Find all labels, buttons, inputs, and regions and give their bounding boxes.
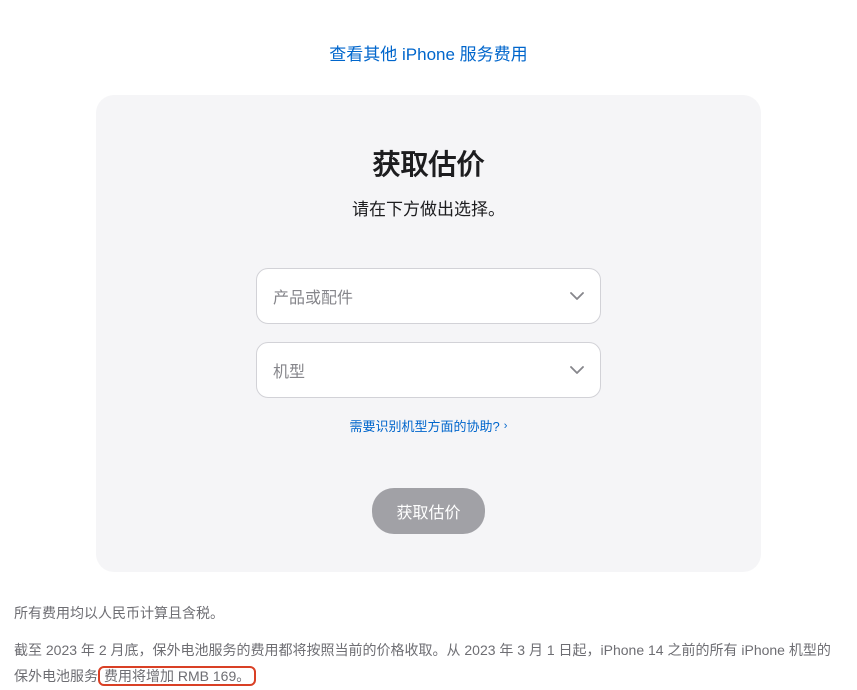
card-subtitle: 请在下方做出选择。 <box>136 195 721 220</box>
top-link-container: 查看其他 iPhone 服务费用 <box>10 0 847 95</box>
model-select[interactable]: 机型 <box>256 342 601 398</box>
footer-line-1: 所有费用均以人民币计算且含税。 <box>14 600 843 627</box>
product-select-wrapper: 产品或配件 <box>256 268 601 324</box>
get-estimate-button[interactable]: 获取估价 <box>372 488 484 534</box>
footer-text: 所有费用均以人民币计算且含税。 截至 2023 年 2 月底，保外电池服务的费用… <box>10 600 847 690</box>
help-link-text: 需要识别机型方面的协助? <box>350 416 500 435</box>
help-link-row: 需要识别机型方面的协助? › <box>136 416 721 436</box>
footer-line-2: 截至 2023 年 2 月底，保外电池服务的费用都将按照当前的价格收取。从 20… <box>14 637 843 690</box>
chevron-right-icon: › <box>504 420 508 432</box>
chevron-down-icon <box>570 292 584 300</box>
model-select-wrapper: 机型 <box>256 342 601 398</box>
model-select-placeholder: 机型 <box>273 358 305 382</box>
other-service-fees-link[interactable]: 查看其他 iPhone 服务费用 <box>329 45 527 64</box>
footer-highlight: 费用将增加 RMB 169。 <box>98 666 256 686</box>
identify-model-help-link[interactable]: 需要识别机型方面的协助? › <box>350 416 508 435</box>
chevron-down-icon <box>570 366 584 374</box>
card-title: 获取估价 <box>136 143 721 183</box>
product-select-placeholder: 产品或配件 <box>273 284 353 308</box>
estimate-card: 获取估价 请在下方做出选择。 产品或配件 机型 <box>96 95 761 572</box>
product-select[interactable]: 产品或配件 <box>256 268 601 324</box>
